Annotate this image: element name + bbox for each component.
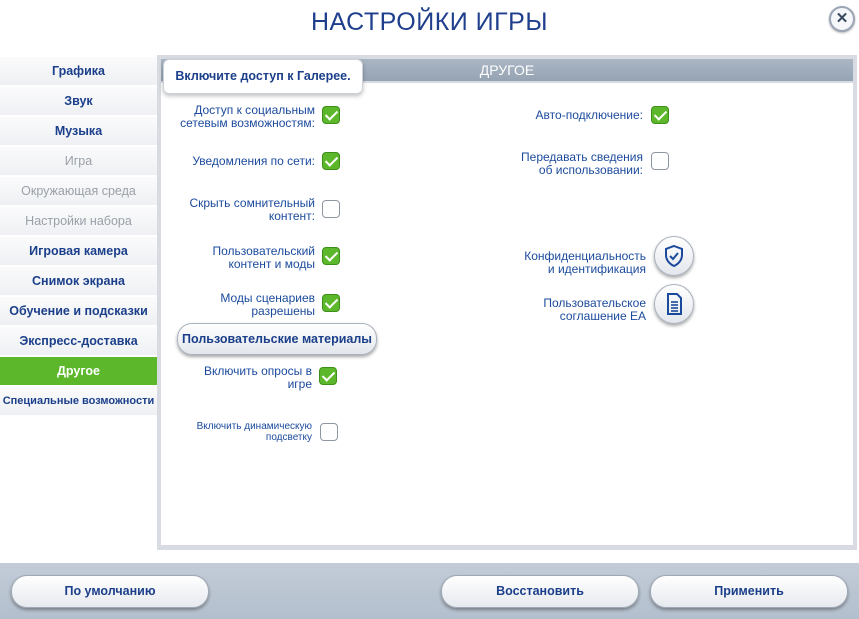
label-line: сетевым возможностям: xyxy=(180,116,315,130)
label-line: Включить динамическую xyxy=(196,421,312,432)
document-icon xyxy=(667,293,682,315)
label-line: контент и моды xyxy=(228,257,315,271)
label-line: Уведомления по сети: xyxy=(192,154,315,168)
network-notifications-checkbox[interactable] xyxy=(322,152,340,170)
privacy-label: Конфиденциальность и идентификация xyxy=(470,250,646,276)
close-icon[interactable]: ✕ xyxy=(829,6,855,32)
page-title: Настройки игры xyxy=(310,8,548,36)
sidebar-item-graphics[interactable]: Графика xyxy=(0,57,157,85)
dynamic-lighting-checkbox[interactable] xyxy=(320,423,338,441)
sidebar-item-accessibility[interactable]: Специальные возможности xyxy=(0,387,157,415)
defaults-button[interactable]: По умолчанию xyxy=(11,575,209,608)
network-notifications-label: Уведомления по сети: xyxy=(170,155,315,168)
social-features-label: Доступ к социальным сетевым возможностям… xyxy=(170,104,315,130)
sidebar-item-environment[interactable]: Окружающая среда xyxy=(0,177,157,205)
hide-questionable-label: Скрыть сомнительный контент: xyxy=(170,197,315,223)
sidebar-item-sound[interactable]: Звук xyxy=(0,87,157,115)
sidebar-item-screenshot[interactable]: Снимок экрана xyxy=(0,267,157,295)
script-mods-checkbox[interactable] xyxy=(322,294,340,312)
user-agreement-label: Пользовательское соглашение EA xyxy=(470,297,646,323)
label-line: подсветку xyxy=(265,432,312,443)
label-line: Авто-подключение: xyxy=(535,108,643,122)
sidebar: Графика Звук Музыка Игра Окружающая сред… xyxy=(0,57,157,417)
shield-check-icon xyxy=(665,244,683,268)
sidebar-item-music[interactable]: Музыка xyxy=(0,117,157,145)
gallery-tooltip: Включите доступ к Галерее. xyxy=(163,59,363,94)
social-features-checkbox[interactable] xyxy=(322,106,340,124)
label-line: соглашение EA xyxy=(559,309,646,323)
sidebar-item-other[interactable]: Другое xyxy=(0,357,157,385)
label-line: разрешены xyxy=(251,304,315,318)
label-line: игре xyxy=(287,377,312,391)
privacy-button[interactable] xyxy=(654,236,694,276)
footer-bar: По умолчанию Восстановить Применить xyxy=(0,563,859,619)
auto-connect-checkbox[interactable] xyxy=(651,106,669,124)
restore-button[interactable]: Восстановить xyxy=(441,575,639,608)
sidebar-item-camera[interactable]: Игровая камера xyxy=(0,237,157,265)
label-line: контент: xyxy=(268,209,315,223)
custom-content-checkbox[interactable] xyxy=(322,247,340,265)
label-line: и идентификация xyxy=(547,262,646,276)
sidebar-item-tutorial[interactable]: Обучение и подсказки xyxy=(0,297,157,325)
custom-content-label: Пользовательский контент и моды xyxy=(170,245,315,271)
hide-questionable-checkbox[interactable] xyxy=(322,200,340,218)
tooltip-text: Включите доступ к Галерее. xyxy=(175,69,351,83)
sidebar-item-express-delivery[interactable]: Экспресс-доставка xyxy=(0,327,157,355)
usage-data-label: Передавать сведения об использовании: xyxy=(480,151,643,177)
usage-data-checkbox[interactable] xyxy=(651,152,669,170)
user-agreement-button[interactable] xyxy=(654,284,694,324)
label-line: об использовании: xyxy=(538,163,643,177)
sidebar-item-pack-settings[interactable]: Настройки набора xyxy=(0,207,157,235)
sidebar-item-game[interactable]: Игра xyxy=(0,147,157,175)
script-mods-label: Моды сценариев разрешены xyxy=(170,292,315,318)
auto-connect-label: Авто-подключение: xyxy=(480,109,643,122)
surveys-label: Включить опросы в игре xyxy=(170,365,312,391)
custom-materials-button[interactable]: Пользовательские материалы xyxy=(177,323,377,355)
apply-button[interactable]: Применить xyxy=(650,575,848,608)
surveys-checkbox[interactable] xyxy=(319,367,337,385)
dynamic-lighting-label: Включить динамическую подсветку xyxy=(170,421,312,443)
